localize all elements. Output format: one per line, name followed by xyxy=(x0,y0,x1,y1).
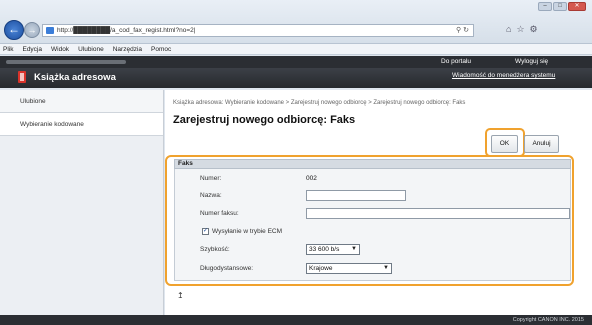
refresh-icon[interactable]: ↻ xyxy=(463,27,469,34)
home-icon[interactable]: ⌂ xyxy=(506,24,511,35)
fax-number-input[interactable] xyxy=(306,208,570,219)
main-content: Książka adresowa: Wybieranie kodowane > … xyxy=(165,90,592,315)
number-label: Numer: xyxy=(200,175,222,182)
name-input[interactable] xyxy=(306,190,406,201)
minimize-button[interactable]: – xyxy=(538,2,552,11)
sidebar: Ulubione Wybieranie kodowane xyxy=(0,90,164,315)
address-icons: ⚲ ↻ xyxy=(456,25,469,36)
menu-file[interactable]: Plik xyxy=(3,44,13,54)
chevron-down-icon: ▼ xyxy=(383,265,389,271)
long-distance-label: Długodystansowe: xyxy=(200,265,254,272)
header-top-bar xyxy=(0,56,592,68)
sidebar-item-favorites[interactable]: Ulubione xyxy=(0,90,163,113)
ecm-checkbox[interactable]: ✓ xyxy=(202,228,209,235)
menu-tools[interactable]: Narzędzia xyxy=(113,44,142,54)
long-distance-select[interactable]: Krajowe ▼ xyxy=(306,263,392,274)
logout-link[interactable]: Wyloguj się xyxy=(515,58,548,65)
menu-help[interactable]: Pomoc xyxy=(151,44,171,54)
gear-icon[interactable]: ⚙ xyxy=(530,24,538,35)
favicon-icon xyxy=(46,27,54,34)
menu-favorites[interactable]: Ulubione xyxy=(78,44,104,54)
window-controls: – □ ✕ xyxy=(538,2,586,11)
menu-bar: Plik Edycja Widok Ulubione Narzędzia Pom… xyxy=(0,44,592,55)
name-label: Nazwa: xyxy=(200,192,222,199)
address-book-icon xyxy=(18,71,26,83)
blurred-device-info xyxy=(6,60,126,64)
long-distance-select-value: Krajowe xyxy=(309,265,333,272)
page-title: Zarejestruj nowego odbiorcę: Faks xyxy=(173,114,356,126)
ecm-label: Wysyłanie w trybie ECM xyxy=(212,228,283,235)
browser-chrome: – □ ✕ ← → http://████████/a_cod_fax_regi… xyxy=(0,0,592,44)
toolbar-icons: ⌂ ☆ ⚙ xyxy=(506,24,538,35)
fax-number-label: Numer faksu: xyxy=(200,210,239,217)
ok-button[interactable]: OK xyxy=(491,135,518,153)
cancel-button[interactable]: Anuluj xyxy=(524,135,559,153)
speed-select-value: 33 600 b/s xyxy=(309,246,340,253)
search-icon[interactable]: ⚲ xyxy=(456,27,461,34)
star-icon[interactable]: ☆ xyxy=(516,24,524,35)
sidebar-item-coded-dial[interactable]: Wybieranie kodowane xyxy=(0,113,163,136)
chevron-down-icon: ▼ xyxy=(351,246,357,252)
address-bar[interactable]: http://████████/a_cod_fax_regist.html?no… xyxy=(42,24,474,37)
breadcrumb: Książka adresowa: Wybieranie kodowane > … xyxy=(173,100,466,106)
speed-label: Szybkość: xyxy=(200,246,230,253)
address-url: http://████████/a_cod_fax_regist.html?no… xyxy=(57,27,196,34)
maximize-button[interactable]: □ xyxy=(553,2,567,11)
fax-form: Numer: 002 Nazwa: Numer faksu: ✓ Wysyłan… xyxy=(174,169,571,281)
checkbox-check-icon: ✓ xyxy=(203,228,209,234)
portal-link[interactable]: Do portalu xyxy=(441,58,471,65)
number-value: 002 xyxy=(306,175,317,182)
back-arrow-icon[interactable]: ← xyxy=(4,20,24,40)
close-button[interactable]: ✕ xyxy=(568,2,586,11)
menu-view[interactable]: Widok xyxy=(51,44,69,54)
speed-select[interactable]: 33 600 b/s ▼ xyxy=(306,244,360,255)
footer: Copyright CANON INC. 2015 xyxy=(0,315,592,325)
forward-arrow-icon[interactable]: → xyxy=(24,22,40,38)
anchor-icon[interactable]: ↥ xyxy=(177,291,184,300)
app-title: Książka adresowa xyxy=(34,72,116,83)
menu-edit[interactable]: Edycja xyxy=(22,44,42,54)
section-title: Faks xyxy=(174,159,571,169)
admin-message-link[interactable]: Wiadomość do menedżera systemu xyxy=(452,72,555,79)
